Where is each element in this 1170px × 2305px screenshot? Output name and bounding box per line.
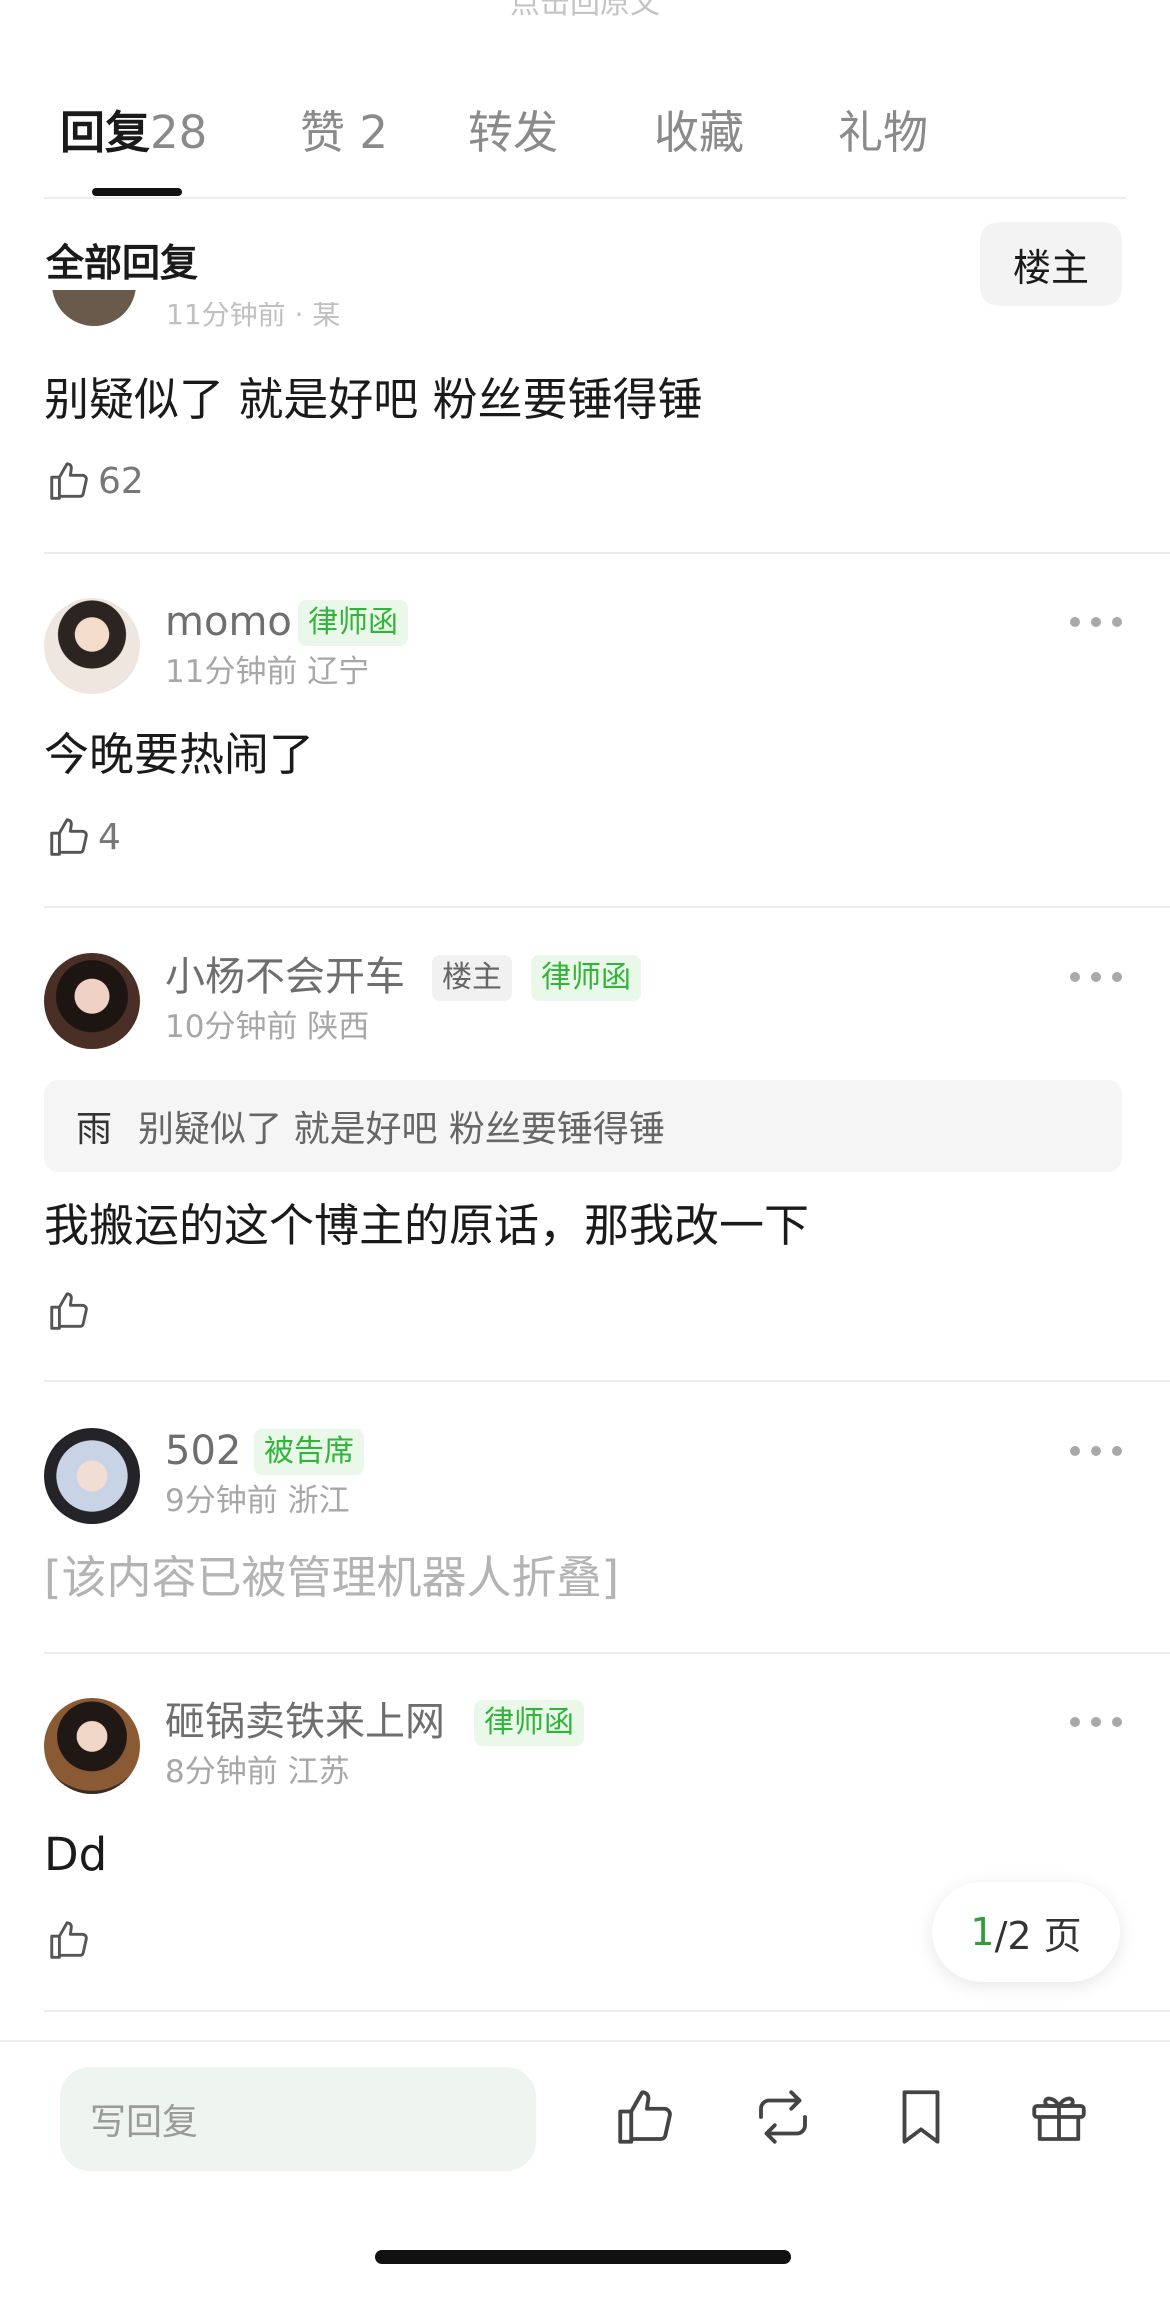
avatar[interactable] — [44, 598, 140, 694]
tab-reposts[interactable]: 转发 — [468, 103, 558, 163]
comment-meta: 9分钟前 浙江 — [165, 1483, 350, 1519]
username[interactable]: 502 — [165, 1425, 241, 1477]
tab-label: 礼物 — [838, 106, 929, 159]
tab-label: 赞 — [300, 106, 346, 159]
bottom-bar-divider — [0, 2040, 1170, 2042]
comment-meta: 8分钟前 江苏 — [165, 1754, 350, 1790]
thumbs-up-icon[interactable] — [612, 2084, 678, 2150]
divider — [44, 2010, 1170, 2012]
comment-text: Dd — [44, 1828, 108, 1881]
active-tab-indicator — [92, 188, 182, 196]
like-button[interactable] — [46, 1288, 92, 1334]
divider — [44, 197, 1126, 199]
avatar[interactable] — [44, 953, 140, 1049]
like-button[interactable] — [46, 1917, 92, 1963]
badge: 律师函 — [298, 600, 408, 646]
avatar[interactable] — [52, 290, 136, 338]
total-pages: /2 页 — [994, 1913, 1082, 1958]
divider — [44, 552, 1170, 554]
comment-meta: 10分钟前 陕西 — [165, 1009, 370, 1045]
quoted-reply[interactable]: 雨 别疑似了 就是好吧 粉丝要锤得锤 — [44, 1080, 1122, 1172]
badge: 律师函 — [531, 955, 641, 1001]
gift-icon[interactable] — [1026, 2084, 1092, 2150]
tab-favorites[interactable]: 收藏 — [654, 103, 744, 163]
avatar[interactable] — [44, 1698, 140, 1794]
tab-replies[interactable]: 回复28 — [60, 103, 207, 163]
all-replies-title: 全部回复 — [46, 241, 199, 285]
tab-gifts[interactable]: 礼物 — [838, 103, 928, 163]
repost-icon[interactable] — [750, 2084, 816, 2150]
current-page: 1 — [970, 1910, 995, 1954]
like-button[interactable]: 62 — [46, 458, 144, 504]
comment-meta: 11分钟前 辽宁 — [165, 654, 370, 690]
quoted-text: 别疑似了 就是好吧 粉丝要锤得锤 — [138, 1109, 665, 1150]
username[interactable]: 砸锅卖铁来上网 — [165, 1696, 445, 1748]
page-indicator[interactable]: 1/2 页 — [932, 1882, 1120, 1982]
tab-label: 收藏 — [654, 106, 745, 159]
like-button[interactable]: 4 — [46, 814, 121, 860]
more-icon[interactable] — [1070, 612, 1122, 632]
home-indicator — [375, 2250, 791, 2264]
more-icon[interactable] — [1070, 967, 1122, 987]
username[interactable]: momo — [165, 596, 292, 648]
divider — [44, 1380, 1170, 1382]
like-count: 4 — [98, 816, 121, 858]
owner-only-filter-button[interactable]: 楼主 — [980, 222, 1122, 306]
more-icon[interactable] — [1070, 1441, 1122, 1461]
tab-label: 转发 — [468, 106, 559, 159]
folded-comment-text[interactable]: [该内容已被管理机器人折叠] — [44, 1548, 619, 1608]
tab-likes[interactable]: 赞 2 — [300, 103, 388, 163]
divider — [44, 906, 1170, 908]
like-count: 62 — [98, 460, 144, 502]
quoted-username: 雨 — [76, 1109, 113, 1150]
bookmark-icon[interactable] — [888, 2084, 954, 2150]
reply-input[interactable]: 写回复 — [60, 2067, 536, 2171]
badge: 被告席 — [254, 1429, 364, 1475]
comment-text: 别疑似了 就是好吧 粉丝要锤得锤 — [44, 373, 703, 426]
thumbs-up-icon — [50, 1292, 88, 1330]
tab-count: 28 — [150, 106, 208, 159]
username[interactable]: 小杨不会开车 — [165, 951, 405, 1003]
avatar[interactable] — [44, 1428, 140, 1524]
tab-label: 回复 — [60, 106, 151, 159]
badge: 律师函 — [474, 1700, 584, 1746]
comment-text: 今晚要热闹了 — [44, 728, 315, 781]
thumbs-up-icon — [50, 462, 88, 500]
divider — [44, 1652, 1170, 1654]
tab-bar: 回复28 赞 2 转发 收藏 礼物 — [0, 0, 1170, 200]
thumbs-up-icon — [50, 1921, 88, 1959]
comment-text: 我搬运的这个博主的原话，那我改一下 — [44, 1199, 810, 1252]
thumbs-up-icon — [50, 818, 88, 856]
owner-badge: 楼主 — [432, 955, 512, 1001]
more-icon[interactable] — [1070, 1712, 1122, 1732]
comment-meta: 11分钟前 · 某 — [166, 302, 341, 331]
tab-count: 2 — [359, 106, 388, 159]
